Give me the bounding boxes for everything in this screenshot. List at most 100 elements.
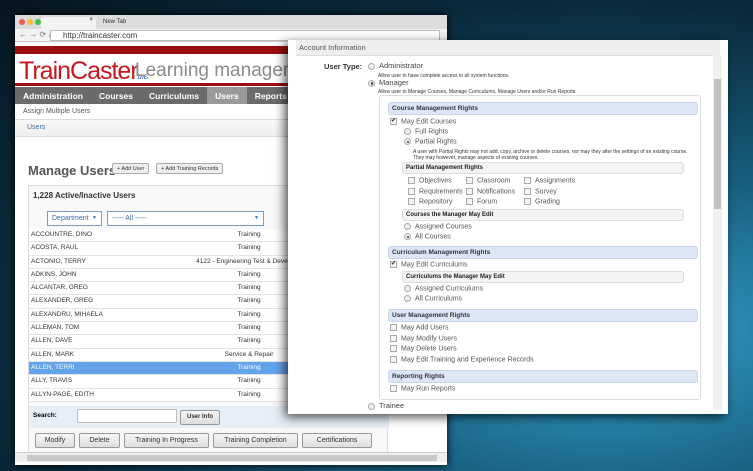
scrollbar-thumb[interactable] [27, 455, 437, 461]
user-name: ALLEN, TERRI [31, 363, 75, 371]
minimize-window-icon[interactable] [27, 19, 33, 25]
radio-assigned-courses[interactable]: Assigned Courses [404, 223, 472, 230]
checkbox-user-right[interactable]: May Add Users [390, 324, 448, 331]
scrollbar-thumb[interactable] [714, 79, 721, 209]
add-training-records-button[interactable]: + Add Training Records [156, 163, 224, 174]
checkbox-label: Repository [419, 198, 453, 206]
user-name: ADKINS, JOHN [31, 270, 77, 278]
training-completion-button[interactable]: Training Completion [213, 433, 298, 448]
radio-icon [404, 285, 411, 292]
nav-curriculums[interactable]: Curriculums [141, 87, 207, 104]
filter-value: ----- All ----- [112, 215, 147, 222]
checkbox-objectives[interactable]: Objectives [408, 177, 452, 184]
checkbox-label: Notifications [477, 187, 516, 195]
user-name: ACTONIO, TERRY [31, 257, 86, 265]
checkbox-may-edit-courses[interactable]: ✔ May Edit Courses [390, 118, 456, 125]
checkbox-assignments[interactable]: Assignments [524, 177, 575, 184]
checkbox-label: Requirements [419, 187, 463, 195]
nav-courses[interactable]: Courses [91, 87, 141, 104]
checkbox-may-run-reports[interactable]: May Run Reports [390, 385, 455, 392]
checkbox-label: Survey [535, 187, 557, 195]
logo-text: TrainCaster [19, 57, 139, 85]
radio-manager[interactable]: Manager [368, 78, 409, 87]
user-type-label: User Type: [324, 62, 363, 71]
browser-tab-active[interactable]: × [41, 17, 96, 29]
trainee-label: Trainee [379, 401, 405, 410]
checkbox-checked-icon: ✔ [390, 118, 397, 125]
back-forward-reload-icons[interactable]: ← → ⟳ ⌂ [19, 30, 53, 39]
checkbox-user-right[interactable]: May Delete Users [390, 345, 457, 352]
search-input[interactable] [77, 409, 177, 423]
all-courses-label: All Courses [415, 233, 451, 241]
filter-value-select[interactable]: ----- All ----- ▼ [107, 211, 264, 226]
radio-icon [404, 128, 411, 135]
assigned-courses-label: Assigned Courses [415, 223, 472, 231]
user-name: ALLYN-PAGE, EDITH [31, 390, 94, 398]
checkbox-label: Forum [477, 198, 498, 206]
checkbox-label: May Modify Users [401, 334, 458, 342]
nav-users[interactable]: Users [207, 87, 247, 104]
checkbox-label: Assignments [535, 177, 576, 185]
checkbox-label: May Add Users [401, 324, 449, 332]
may-edit-curriculums-label: May Edit Curriculums [401, 261, 468, 269]
reporting-rights-header: Reporting Rights [388, 370, 698, 383]
horizontal-scrollbar[interactable] [15, 452, 447, 462]
checkbox-icon [466, 177, 473, 184]
checkbox-requirements[interactable]: Requirements [408, 187, 463, 195]
checkbox-may-edit-curriculums[interactable]: ✔ May Edit Curriculums [390, 261, 468, 268]
user-name: ALCANTAR, GREG [31, 284, 88, 292]
checkbox-notifications[interactable]: Notifications [466, 187, 516, 195]
may-edit-courses-label: May Edit Courses [401, 118, 457, 126]
radio-partial-rights[interactable]: Partial Rights [404, 138, 457, 145]
courses-may-edit-header: Courses the Manager May Edit [402, 209, 684, 221]
checkbox-grading[interactable]: Grading [524, 198, 560, 205]
radio-all-curriculums[interactable]: All Curriculums [404, 295, 462, 302]
radio-icon [404, 223, 411, 230]
checkbox-user-right[interactable]: May Modify Users [390, 334, 458, 342]
user-name: ALEXANDRU, MIHAELA [31, 310, 103, 318]
curriculums-may-edit-header: Curriculums the Manager May Edit [402, 271, 684, 283]
checkbox-icon [408, 198, 415, 205]
curriculum-rights-header: Curriculum Management Rights [388, 246, 698, 259]
checkbox-label: Classroom [477, 177, 511, 185]
checkbox-survey[interactable]: Survey [524, 187, 557, 195]
vertical-scrollbar[interactable] [713, 55, 722, 410]
browser-tab[interactable]: New Tab [103, 19, 126, 25]
checkbox-forum[interactable]: Forum [466, 198, 497, 205]
radio-trainee[interactable]: Trainee [368, 401, 404, 410]
all-curriculums-label: All Curriculums [415, 295, 463, 303]
radio-full-rights[interactable]: Full Rights [404, 128, 448, 135]
filter-field-select[interactable]: Department ▼ [47, 211, 102, 226]
manager-rights-box: Course Management Rights ✔ May Edit Cours… [379, 95, 701, 400]
filter-field-value: Department [52, 215, 89, 222]
assigned-curriculums-label: Assigned Curriculums [415, 285, 484, 293]
course-rights-header: Course Management Rights [388, 102, 698, 115]
user-info-button[interactable]: User Info [180, 410, 220, 425]
checkbox-icon [466, 187, 473, 195]
checkbox-user-right[interactable]: May Edit Training and Experience Records [390, 355, 534, 363]
user-name: ACOSTA, RAUL [31, 244, 79, 252]
radio-icon [404, 295, 411, 302]
checkbox-icon [408, 177, 415, 184]
radio-administrator[interactable]: Administrator [368, 61, 423, 70]
user-name: ALLEN, MARK [31, 350, 74, 358]
radio-all-courses[interactable]: All Courses [404, 233, 451, 240]
partial-rights-label: Partial Rights [415, 138, 457, 146]
checkbox-label: May Delete Users [401, 345, 457, 353]
modify-button[interactable]: Modify [35, 433, 75, 448]
radio-selected-icon [404, 233, 411, 240]
close-window-icon[interactable] [19, 19, 25, 25]
delete-button[interactable]: Delete [79, 433, 120, 448]
logo[interactable]: TrainCasterLMS [19, 57, 148, 86]
checkbox-repository[interactable]: Repository [408, 198, 452, 205]
checkbox-icon [408, 187, 415, 195]
checkbox-classroom[interactable]: Classroom [466, 177, 510, 184]
radio-assigned-curriculums[interactable]: Assigned Curriculums [404, 285, 483, 292]
training-in-progress-button[interactable]: Training In Progress [124, 433, 209, 448]
partial-rights-description: A user with Partial Rights may not add, … [413, 149, 688, 161]
add-user-button[interactable]: + Add User [112, 163, 150, 174]
administrator-label: Administrator [379, 61, 424, 70]
nav-administration[interactable]: Administration [15, 87, 91, 104]
certifications-button[interactable]: Certifications [302, 433, 372, 448]
section-header: Account Information [296, 40, 720, 56]
